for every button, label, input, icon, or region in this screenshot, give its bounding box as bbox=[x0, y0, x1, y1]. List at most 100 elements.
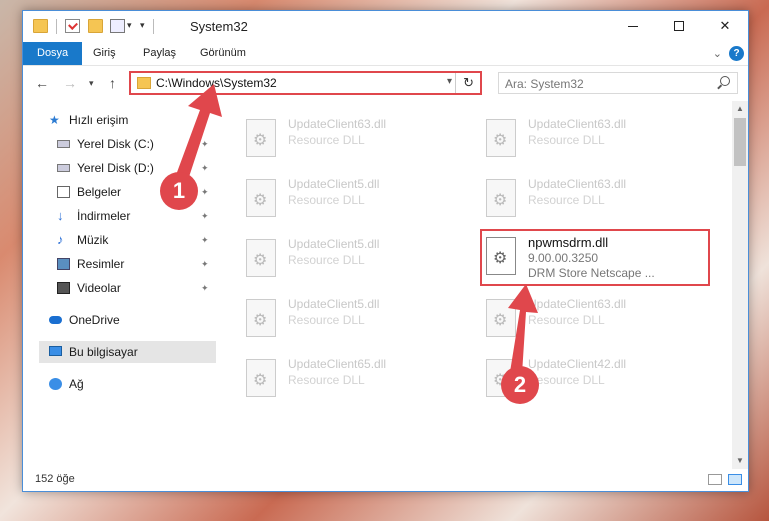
disk-icon bbox=[57, 164, 70, 172]
list-item[interactable]: UpdateClient5.dll Resource DLL bbox=[236, 233, 461, 285]
up-arrow-icon[interactable]: ↑ bbox=[109, 75, 116, 91]
quick-access-dropdown-icon[interactable]: ▾ bbox=[140, 20, 145, 31]
sidebar-item-label: OneDrive bbox=[69, 313, 120, 327]
navigation-pane: ★ Hızlı erişim Yerel Disk (C:) ✦ Yerel D… bbox=[23, 101, 216, 469]
sidebar-item-onedrive[interactable]: OneDrive bbox=[49, 309, 209, 331]
dll-file-icon bbox=[246, 239, 276, 277]
scrollbar-thumb[interactable] bbox=[734, 118, 746, 166]
sidebar-item-pictures[interactable]: Resimler ✦ bbox=[57, 253, 213, 275]
folder-icon bbox=[137, 77, 151, 89]
properties-icon[interactable] bbox=[65, 19, 80, 33]
item-count: 152 öğe bbox=[35, 473, 75, 485]
forward-arrow-icon[interactable]: → bbox=[63, 75, 77, 91]
sidebar-item-label: Ağ bbox=[69, 377, 84, 391]
chevron-down-icon[interactable]: ▾ bbox=[447, 76, 452, 87]
document-icon bbox=[57, 186, 70, 198]
dll-file-icon bbox=[486, 299, 516, 337]
sidebar-item-downloads[interactable]: ↓ İndirmeler ✦ bbox=[57, 205, 213, 227]
close-button[interactable]: ✕ bbox=[702, 11, 748, 41]
folder-icon bbox=[33, 19, 48, 33]
pin-icon[interactable]: ✦ bbox=[201, 212, 209, 221]
navigation-bar: ← → ▾ ↑ C:\Windows\System32 ▾ ↻ Ara: Sys… bbox=[23, 66, 748, 100]
chevron-down-icon[interactable]: ⌄ bbox=[713, 47, 722, 60]
scroll-up-icon[interactable]: ▲ bbox=[732, 101, 748, 117]
minimize-button[interactable] bbox=[610, 11, 656, 41]
pin-icon[interactable]: ✦ bbox=[201, 260, 209, 269]
file-type: Resource DLL bbox=[288, 373, 365, 387]
pin-icon[interactable]: ✦ bbox=[201, 188, 209, 197]
file-name: UpdateClient65.dll bbox=[288, 357, 387, 371]
sidebar-item-label: Yerel Disk (C:) bbox=[77, 137, 154, 151]
sidebar-item-label: Hızlı erişim bbox=[69, 113, 129, 127]
sidebar-item-label: Videolar bbox=[77, 281, 121, 295]
cloud-icon bbox=[49, 316, 62, 324]
dll-file-icon bbox=[246, 119, 276, 157]
pin-icon[interactable]: ✦ bbox=[201, 164, 209, 173]
download-icon: ↓ bbox=[57, 208, 64, 223]
pin-icon[interactable]: ✦ bbox=[201, 236, 209, 245]
sidebar-item-network[interactable]: Ağ bbox=[49, 373, 209, 395]
list-item[interactable]: UpdateClient63.dll Resource DLL bbox=[476, 293, 701, 345]
search-input[interactable]: Ara: System32 bbox=[498, 72, 738, 94]
pin-icon[interactable]: ✦ bbox=[201, 284, 209, 293]
list-item[interactable]: UpdateClient63.dll Resource DLL bbox=[476, 173, 701, 225]
explorer-window: ▾ ▾ System32 ✕ Dosya Giriş Paylaş Görünü… bbox=[22, 10, 749, 492]
address-path[interactable]: C:\Windows\System32 bbox=[156, 76, 277, 90]
dll-file-icon bbox=[486, 119, 516, 157]
sidebar-item-videos[interactable]: Videolar ✦ bbox=[57, 277, 213, 299]
pin-icon[interactable]: ✦ bbox=[201, 140, 209, 149]
new-folder-icon[interactable] bbox=[88, 19, 103, 33]
music-icon: ♪ bbox=[57, 232, 64, 247]
address-divider bbox=[455, 73, 456, 93]
tab-file[interactable]: Dosya bbox=[23, 42, 83, 65]
details-view-icon[interactable] bbox=[708, 474, 722, 485]
list-item[interactable]: UpdateClient5.dll Resource DLL bbox=[236, 293, 461, 345]
file-name: UpdateClient63.dll bbox=[528, 177, 627, 191]
title-bar: ▾ ▾ System32 ✕ bbox=[23, 11, 748, 42]
sidebar-item-this-pc[interactable]: Bu bilgisayar bbox=[39, 341, 216, 363]
file-name: UpdateClient63.dll bbox=[528, 297, 627, 311]
list-item[interactable]: UpdateClient63.dll Resource DLL bbox=[476, 113, 701, 165]
address-bar[interactable]: C:\Windows\System32 ▾ ↻ bbox=[129, 71, 482, 95]
dll-file-icon bbox=[246, 179, 276, 217]
step-2-badge: 2 bbox=[501, 366, 539, 404]
file-type: Resource DLL bbox=[528, 193, 605, 207]
file-name: UpdateClient63.dll bbox=[288, 117, 387, 131]
help-icon[interactable]: ? bbox=[729, 46, 744, 61]
chevron-down-icon[interactable]: ▾ bbox=[127, 20, 132, 31]
file-type: Resource DLL bbox=[528, 133, 605, 147]
list-item[interactable]: UpdateClient5.dll Resource DLL bbox=[236, 173, 461, 225]
toolbar-divider bbox=[153, 19, 154, 34]
step-1-badge: 1 bbox=[160, 172, 198, 210]
customize-toolbar-icon[interactable] bbox=[110, 19, 125, 33]
sidebar-item-label: Müzik bbox=[77, 233, 109, 247]
recent-locations-icon[interactable]: ▾ bbox=[89, 78, 94, 89]
file-name: UpdateClient5.dll bbox=[288, 237, 380, 251]
list-item[interactable]: UpdateClient65.dll Resource DLL bbox=[236, 353, 461, 405]
file-type: Resource DLL bbox=[288, 313, 365, 327]
pictures-icon bbox=[57, 258, 70, 270]
sidebar-item-music[interactable]: ♪ Müzik ✦ bbox=[57, 229, 213, 251]
maximize-button[interactable] bbox=[656, 11, 702, 41]
tab-share[interactable]: Paylaş bbox=[131, 42, 188, 65]
file-type: Resource DLL bbox=[528, 373, 605, 387]
disk-icon bbox=[57, 140, 70, 148]
network-icon bbox=[49, 378, 62, 390]
back-arrow-icon[interactable]: ← bbox=[35, 75, 49, 91]
file-name: UpdateClient5.dll bbox=[288, 297, 380, 311]
sidebar-item-disk-c[interactable]: Yerel Disk (C:) ✦ bbox=[57, 133, 213, 155]
sidebar-item-quick-access[interactable]: ★ Hızlı erişim bbox=[49, 109, 209, 131]
vertical-scrollbar[interactable]: ▲ ▼ bbox=[732, 101, 748, 469]
tab-home[interactable]: Giriş bbox=[81, 42, 128, 65]
close-icon: ✕ bbox=[719, 18, 731, 33]
large-icons-view-icon[interactable] bbox=[728, 474, 742, 485]
search-icon[interactable] bbox=[720, 76, 730, 86]
file-highlight-box bbox=[480, 229, 710, 286]
sidebar-item-label: Yerel Disk (D:) bbox=[77, 161, 154, 175]
refresh-icon[interactable]: ↻ bbox=[463, 75, 474, 91]
scroll-down-icon[interactable]: ▼ bbox=[732, 453, 748, 469]
file-name: UpdateClient63.dll bbox=[528, 117, 627, 131]
tab-view[interactable]: Görünüm bbox=[188, 42, 258, 65]
status-bar: 152 öğe bbox=[23, 469, 748, 491]
list-item[interactable]: UpdateClient63.dll Resource DLL bbox=[236, 113, 461, 165]
